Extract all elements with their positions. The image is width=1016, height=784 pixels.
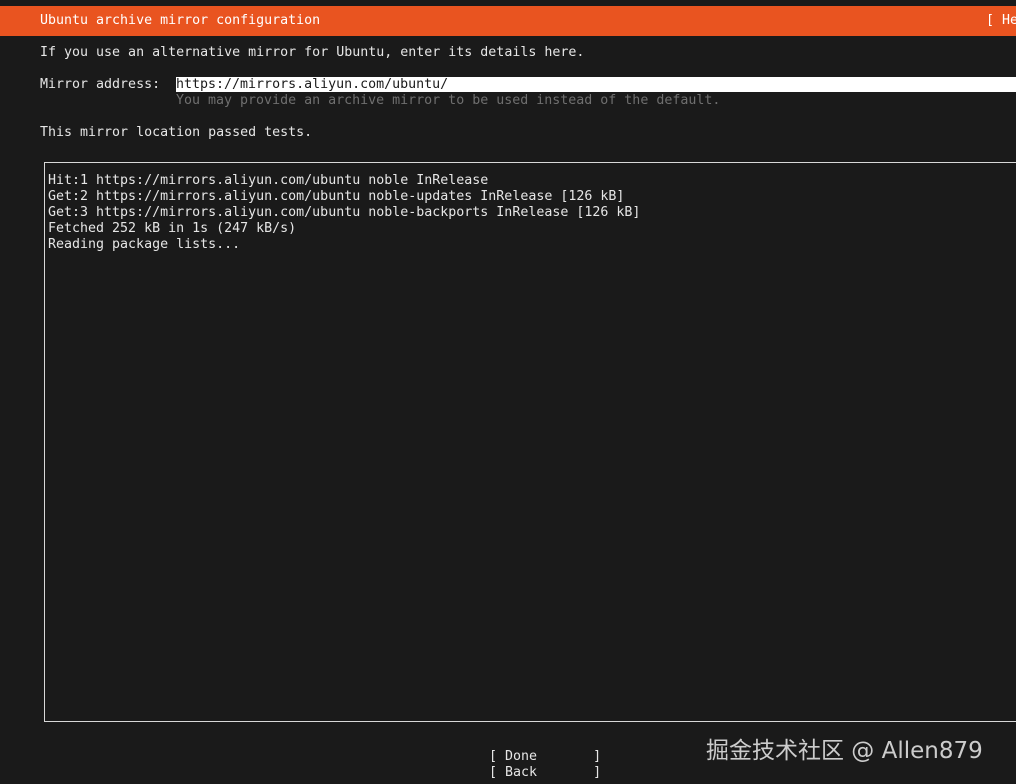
help-button[interactable]: [ He (986, 13, 1016, 28)
mirror-address-help: You may provide an archive mirror to be … (176, 93, 721, 108)
apt-log-panel: Hit:1 https://mirrors.aliyun.com/ubuntu … (44, 162, 1016, 722)
log-line: Get:2 https://mirrors.aliyun.com/ubuntu … (48, 189, 625, 204)
mirror-address-label: Mirror address: (40, 77, 161, 92)
done-button[interactable]: [ Done ] (489, 749, 601, 765)
mirror-address-input[interactable] (176, 77, 1016, 92)
watermark: 掘金技术社区 @ Allen879 (706, 738, 983, 764)
intro-text: If you use an alternative mirror for Ubu… (40, 45, 585, 60)
log-line: Hit:1 https://mirrors.aliyun.com/ubuntu … (48, 173, 489, 188)
mirror-test-status: This mirror location passed tests. (40, 125, 313, 140)
log-line: Get:3 https://mirrors.aliyun.com/ubuntu … (48, 205, 641, 220)
log-line: Fetched 252 kB in 1s (247 kB/s) (48, 221, 297, 236)
page-title: Ubuntu archive mirror configuration (40, 13, 321, 28)
back-button[interactable]: [ Back ] (489, 765, 601, 781)
log-line: Reading package lists... (48, 237, 241, 252)
apt-log-lines: Hit:1 https://mirrors.aliyun.com/ubuntu … (48, 173, 640, 253)
title-bar: Ubuntu archive mirror configuration [ He (0, 6, 1016, 36)
